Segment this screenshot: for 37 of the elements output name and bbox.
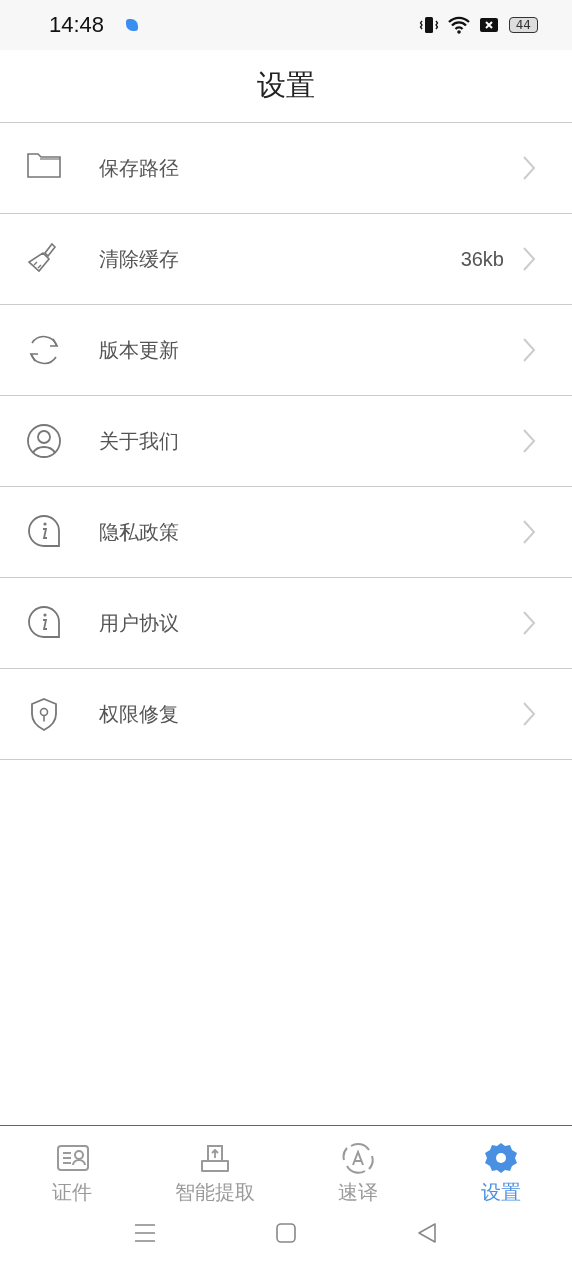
menu-icon xyxy=(134,1222,156,1244)
row-label: 清除缓存 xyxy=(99,245,180,273)
row-label: 关于我们 xyxy=(99,427,180,455)
row-label: 版本更新 xyxy=(99,336,180,364)
gear-icon xyxy=(483,1140,518,1175)
settings-row[interactable]: 清除缓存 36kb xyxy=(0,214,572,305)
home-icon xyxy=(275,1222,297,1244)
row-value: 36kb xyxy=(460,247,504,271)
back-icon xyxy=(416,1222,438,1244)
settings-row[interactable]: 保存路径 xyxy=(0,123,572,214)
settings-row[interactable]: 版本更新 xyxy=(0,305,572,396)
chevron-right-icon xyxy=(522,610,536,636)
app-notification-icon xyxy=(126,19,139,31)
row-label: 隐私政策 xyxy=(99,518,180,546)
settings-row[interactable]: 隐私政策 xyxy=(0,487,572,578)
row-label: 权限修复 xyxy=(99,700,180,728)
row-label: 保存路径 xyxy=(99,154,180,182)
battery-level: 44 xyxy=(508,17,538,33)
chevron-right-icon xyxy=(522,428,536,454)
no-sim-icon xyxy=(478,17,499,33)
clock-time: 14:48 xyxy=(49,12,105,38)
settings-row[interactable]: 权限修复 xyxy=(0,669,572,760)
vibrate-icon xyxy=(418,15,439,35)
row-label: 用户协议 xyxy=(99,609,180,637)
chevron-right-icon xyxy=(522,246,536,272)
info-icon xyxy=(26,514,62,550)
info-icon xyxy=(26,605,62,641)
chevron-right-icon xyxy=(522,155,536,181)
wifi-icon xyxy=(446,15,471,35)
chevron-right-icon xyxy=(522,519,536,545)
person-icon xyxy=(26,423,62,459)
translate-icon xyxy=(340,1140,375,1175)
settings-row[interactable]: 用户协议 xyxy=(0,578,572,669)
page-title: 设置 xyxy=(257,67,315,104)
chevron-right-icon xyxy=(522,701,536,727)
chevron-right-icon xyxy=(522,337,536,363)
settings-row[interactable]: 关于我们 xyxy=(0,396,572,487)
